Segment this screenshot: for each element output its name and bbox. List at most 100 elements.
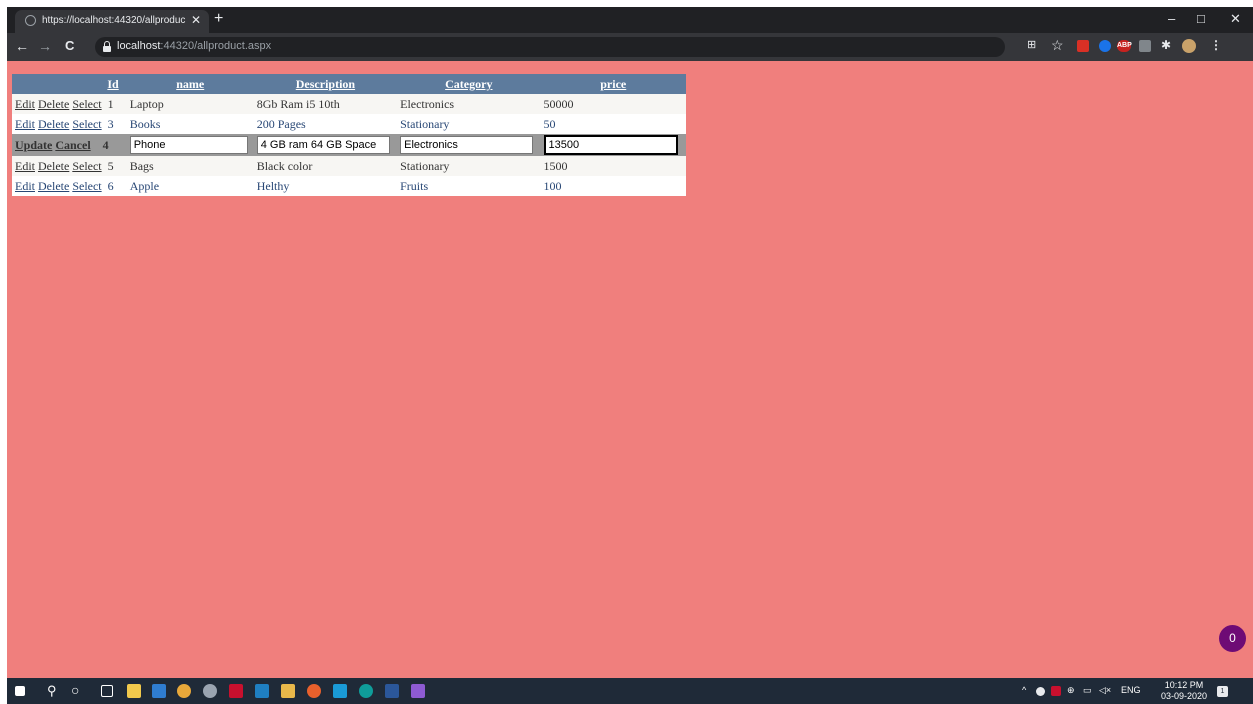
tab-close-icon[interactable]: ✕ bbox=[191, 13, 201, 27]
reload-button[interactable]: C bbox=[65, 38, 74, 53]
browser-tab-strip: https://localhost:44320/allproduc ✕ + – … bbox=[7, 7, 1253, 33]
page-favicon-icon bbox=[25, 15, 36, 26]
maximize-button[interactable]: □ bbox=[1197, 11, 1205, 26]
windows-taskbar: ⚲ ○ ^ ⊕ ▭ ◁× ENG 10:12 PM 03-09-2020 1 bbox=[7, 678, 1253, 704]
minimize-button[interactable]: – bbox=[1168, 11, 1175, 26]
select-link[interactable]: Select bbox=[72, 97, 101, 111]
row-actions: Edit Delete Select 1 bbox=[12, 94, 127, 114]
cell-name: Books bbox=[126, 114, 254, 134]
app-orange-icon[interactable] bbox=[307, 684, 321, 698]
cell-description: Black color bbox=[256, 158, 313, 173]
app-l-icon[interactable] bbox=[152, 684, 166, 698]
cortana-icon[interactable]: ○ bbox=[71, 682, 79, 698]
taskbar-clock[interactable]: 10:12 PM 03-09-2020 bbox=[1161, 680, 1207, 702]
category-input[interactable] bbox=[400, 136, 534, 154]
back-button[interactable]: ← bbox=[15, 38, 29, 54]
battery-icon[interactable]: ▭ bbox=[1083, 685, 1092, 696]
tray-mcafee-icon[interactable] bbox=[1051, 686, 1061, 696]
forward-button[interactable]: → bbox=[38, 38, 52, 54]
chrome-icon[interactable] bbox=[177, 684, 191, 698]
grid-header-row: Id name Description Category price bbox=[12, 74, 686, 94]
browser-menu-icon[interactable]: ⋮ bbox=[1210, 38, 1222, 52]
mail-icon[interactable] bbox=[255, 684, 269, 698]
header-price-link[interactable]: price bbox=[600, 77, 626, 91]
puzzle-extensions-icon[interactable]: ✱ bbox=[1161, 38, 1171, 52]
word-icon[interactable] bbox=[385, 684, 399, 698]
browser-tab[interactable]: https://localhost:44320/allproduc ✕ bbox=[15, 10, 209, 33]
extension-gray-icon[interactable] bbox=[1139, 40, 1151, 52]
table-row: Edit Delete Select 1 Laptop 8Gb Ram i5 1… bbox=[12, 94, 686, 114]
search-icon[interactable]: ⚲ bbox=[47, 683, 57, 699]
header-name-link[interactable]: name bbox=[176, 77, 204, 91]
edit-link[interactable]: Edit bbox=[15, 97, 35, 111]
price-input[interactable] bbox=[543, 135, 678, 155]
task-view-icon[interactable] bbox=[101, 685, 113, 697]
visual-studio-icon[interactable] bbox=[411, 684, 425, 698]
delete-link[interactable]: Delete bbox=[38, 159, 69, 173]
delete-link[interactable]: Delete bbox=[38, 97, 69, 111]
header-description-link[interactable]: Description bbox=[296, 77, 355, 91]
header-id[interactable]: Id bbox=[12, 74, 127, 94]
cell-category: Stationary bbox=[400, 158, 450, 173]
cell-price: 50 bbox=[540, 114, 686, 134]
header-name[interactable]: name bbox=[126, 74, 254, 94]
edge-icon[interactable] bbox=[359, 684, 373, 698]
select-link[interactable]: Select bbox=[72, 159, 101, 173]
extension-red-icon[interactable] bbox=[1077, 40, 1089, 52]
page-content: Id name Description Category price Edit … bbox=[7, 61, 1253, 678]
update-link[interactable]: Update bbox=[15, 138, 52, 152]
cell-category: Fruits bbox=[397, 176, 541, 196]
network-icon[interactable]: ⊕ bbox=[1067, 685, 1075, 696]
edit-link[interactable]: Edit bbox=[15, 117, 35, 131]
file-explorer-icon[interactable] bbox=[281, 684, 295, 698]
cell-description-edit bbox=[253, 134, 398, 156]
cell-price: 1500 bbox=[543, 158, 568, 173]
cell-category-edit bbox=[397, 134, 541, 156]
app-gray-icon[interactable] bbox=[203, 684, 217, 698]
delete-link[interactable]: Delete bbox=[38, 179, 69, 193]
table-row: Edit Delete Select 3 Books 200 Pages Sta… bbox=[12, 114, 686, 134]
notification-badge[interactable]: 0 bbox=[1219, 625, 1246, 652]
tray-app-icon[interactable] bbox=[1036, 687, 1045, 696]
cell-description: 200 Pages bbox=[253, 114, 398, 134]
url-host: localhost bbox=[117, 40, 161, 52]
translate-icon[interactable]: ⊞ bbox=[1027, 38, 1036, 51]
bookmark-star-icon[interactable]: ☆ bbox=[1051, 37, 1064, 54]
description-input[interactable] bbox=[256, 136, 390, 154]
store-icon[interactable] bbox=[127, 684, 141, 698]
name-input[interactable] bbox=[129, 136, 248, 154]
address-bar[interactable]: localhost:44320/allproduct.aspx bbox=[95, 37, 1005, 57]
header-id-link[interactable]: Id bbox=[107, 77, 118, 91]
cell-name: Bags bbox=[129, 158, 154, 173]
cell-price: 50000 bbox=[543, 96, 574, 111]
action-center-icon[interactable]: 1 bbox=[1217, 686, 1228, 697]
cancel-link[interactable]: Cancel bbox=[55, 138, 90, 152]
adblock-icon[interactable]: ABP bbox=[1117, 40, 1132, 52]
browser-toolbar: ← → C localhost:44320/allproduct.aspx ⊞ … bbox=[7, 33, 1253, 61]
header-category[interactable]: Category bbox=[397, 74, 541, 94]
header-description[interactable]: Description bbox=[253, 74, 398, 94]
tab-title: https://localhost:44320/allproduc bbox=[42, 15, 186, 26]
edit-link[interactable]: Edit bbox=[15, 179, 35, 193]
row-actions: Update Cancel 4 bbox=[12, 134, 127, 156]
delete-link[interactable]: Delete bbox=[38, 117, 69, 131]
header-price[interactable]: price bbox=[540, 74, 686, 94]
table-row-editing: Update Cancel 4 bbox=[12, 134, 686, 156]
volume-mute-icon[interactable]: ◁× bbox=[1099, 685, 1111, 696]
clock-time: 10:12 PM bbox=[1164, 680, 1204, 690]
cell-id: 3 bbox=[107, 116, 114, 131]
header-category-link[interactable]: Category bbox=[445, 77, 492, 91]
select-link[interactable]: Select bbox=[72, 117, 101, 131]
new-tab-button[interactable]: + bbox=[214, 10, 223, 28]
profile-avatar[interactable] bbox=[1182, 39, 1196, 53]
tray-expand-icon[interactable]: ^ bbox=[1022, 685, 1026, 695]
select-link[interactable]: Select bbox=[72, 179, 101, 193]
edit-link[interactable]: Edit bbox=[15, 159, 35, 173]
cell-id: 5 bbox=[107, 158, 114, 173]
app-blue-icon[interactable] bbox=[333, 684, 347, 698]
language-indicator[interactable]: ENG bbox=[1121, 685, 1141, 695]
windows-start-icon[interactable] bbox=[15, 686, 25, 696]
window-close-button[interactable]: ✕ bbox=[1230, 11, 1241, 27]
mcafee-icon[interactable] bbox=[229, 684, 243, 698]
extension-blue-icon[interactable] bbox=[1099, 40, 1111, 52]
